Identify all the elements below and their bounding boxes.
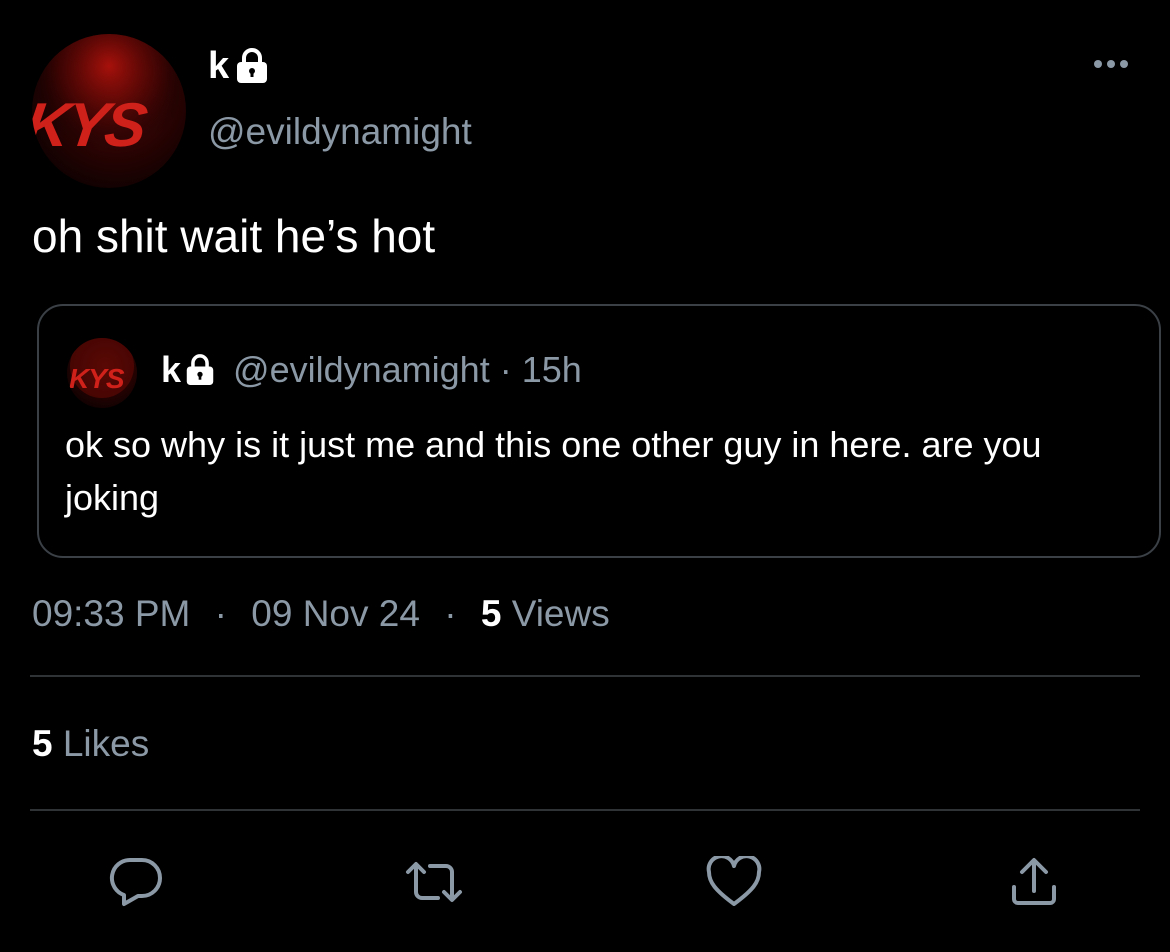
quoted-tweet-card[interactable]: KYS k @evildynamight · 15h ok so why is … — [37, 304, 1161, 558]
quoted-header: k @evildynamight · 15h — [161, 350, 582, 390]
reply-button[interactable] — [106, 852, 166, 912]
heart-icon — [705, 856, 763, 908]
retweet-button[interactable] — [404, 852, 464, 912]
quoted-author-avatar: KYS — [67, 338, 137, 408]
likes-row[interactable]: 5 Likes — [32, 722, 149, 766]
reply-icon — [108, 856, 164, 908]
quoted-handle: @evildynamight — [233, 349, 490, 390]
author-display-name[interactable]: k — [208, 46, 229, 86]
quoted-tweet-text: ok so why is it just me and this one oth… — [65, 424, 1042, 518]
author-name-row[interactable]: k — [208, 46, 269, 86]
views-label: Views — [511, 593, 610, 634]
views-count: 5 — [480, 593, 502, 634]
meta-separator-2: · — [444, 593, 457, 634]
divider — [30, 809, 1140, 811]
tweet-time[interactable]: 09:33 PM — [32, 593, 190, 634]
tweet-date[interactable]: 09 Nov 24 — [251, 593, 420, 634]
tweet-detail: KYS k @evildynamight oh shit wait he’s h… — [0, 0, 1170, 952]
likes-count: 5 — [32, 723, 53, 764]
share-button[interactable] — [1004, 852, 1064, 912]
retweet-icon — [402, 858, 466, 906]
author-handle[interactable]: @evildynamight — [208, 112, 472, 152]
author-avatar[interactable]: KYS — [32, 34, 186, 188]
quoted-display-name: k — [161, 349, 182, 390]
quoted-avatar-logo-text: KYS — [69, 363, 125, 394]
quoted-avatar-image: KYS — [69, 338, 134, 398]
tweet-text: oh shit wait he’s hot — [32, 210, 436, 262]
divider — [30, 675, 1140, 677]
share-icon — [1008, 855, 1060, 909]
like-button[interactable] — [704, 852, 764, 912]
quoted-lock-icon — [185, 354, 215, 386]
tweet-meta: 09:33 PM · 09 Nov 24 · 5 Views — [32, 592, 610, 636]
quoted-age: 15h — [521, 349, 582, 390]
avatar-image: KYS — [32, 34, 179, 164]
likes-label: Likes — [62, 723, 150, 764]
more-icon[interactable] — [1094, 60, 1128, 68]
quoted-separator: · — [499, 349, 512, 390]
lock-icon — [235, 48, 269, 84]
avatar-logo-text: KYS — [32, 91, 151, 160]
meta-separator-1: · — [214, 593, 227, 634]
